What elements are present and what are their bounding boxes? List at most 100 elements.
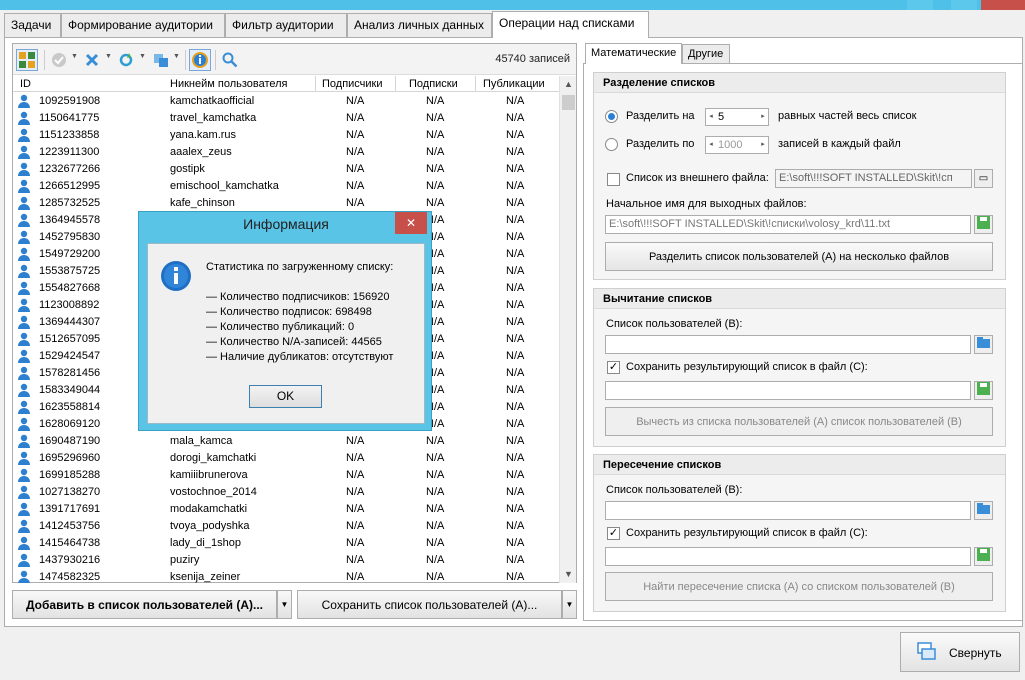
chevron-down-icon[interactable]: ▼: [105, 53, 112, 60]
column-header-following[interactable]: Подписки: [409, 78, 458, 90]
cell-nickname: gostipk: [170, 163, 205, 175]
copy-icon[interactable]: [150, 49, 172, 71]
decrement-icon[interactable]: ◂: [706, 137, 716, 153]
intersect-save-field[interactable]: [605, 547, 971, 566]
parts-count-stepper[interactable]: ◂ 5 ▸: [705, 108, 769, 126]
cell-id: 1690487190: [39, 435, 101, 447]
save-file-icon[interactable]: [974, 381, 993, 400]
table-row[interactable]: 1150641775 travel_kamchatka N/A N/A N/A: [13, 110, 559, 127]
start-name-field[interactable]: E:\soft\!!!SOFT INSTALLED\Skit\!списки\v…: [605, 215, 971, 234]
table-row[interactable]: 1690487190 mala_kamca N/A N/A N/A: [13, 433, 559, 450]
subtract-list-field[interactable]: [605, 335, 971, 354]
chevron-down-icon[interactable]: ▼: [71, 53, 78, 60]
user-icon: [17, 230, 31, 244]
table-row[interactable]: 1151233858 yana.kam.rus N/A N/A N/A: [13, 127, 559, 144]
cell-posts: N/A: [506, 486, 525, 498]
info-icon[interactable]: [189, 49, 211, 71]
column-header-followers[interactable]: Подписчики: [322, 78, 383, 90]
save-list-button[interactable]: Сохранить список пользователей (А)...: [297, 590, 562, 619]
column-header-posts[interactable]: Публикации: [483, 78, 545, 90]
table-row[interactable]: 1285732525 kafe_chinson N/A N/A N/A: [13, 195, 559, 212]
chevron-down-icon[interactable]: ▼: [139, 53, 146, 60]
collapse-button[interactable]: Свернуть: [900, 632, 1020, 672]
table-row[interactable]: 1415464738 lady_di_1shop N/A N/A N/A: [13, 535, 559, 552]
table-row[interactable]: 1412453756 tvoya_podyshka N/A N/A N/A: [13, 518, 559, 535]
cell-id: 1412453756: [39, 520, 101, 532]
intersect-save-checkbox[interactable]: ✓: [607, 527, 620, 540]
window-close-button[interactable]: [981, 0, 1025, 10]
ok-button[interactable]: OK: [249, 385, 322, 408]
scroll-up-icon[interactable]: ▲: [560, 76, 577, 93]
scrollbar-thumb[interactable]: [562, 95, 575, 110]
add-to-list-button[interactable]: Добавить в список пользователей (А)...: [12, 590, 277, 619]
cell-nickname: yana.kam.rus: [170, 129, 237, 141]
cell-id: 1150641775: [39, 112, 100, 124]
save-file-icon[interactable]: [974, 547, 993, 566]
add-dropdown-arrow[interactable]: ▼: [277, 590, 292, 619]
subtract-save-field[interactable]: [605, 381, 971, 400]
table-row[interactable]: 1223911300 aaalex_zeus N/A N/A N/A: [13, 144, 559, 161]
tab-math[interactable]: Математические: [585, 43, 682, 64]
tab-other[interactable]: Другие: [682, 44, 730, 63]
split-equal-radio[interactable]: [605, 110, 618, 123]
table-row[interactable]: 1391717691 modakamchatki N/A N/A N/A: [13, 501, 559, 518]
list-toolbar: ▼ ▼ ▼ ▼ 45740 записей: [13, 44, 576, 75]
intersect-button[interactable]: Найти пересечение списка (А) со списком …: [605, 572, 993, 601]
external-file-field[interactable]: E:\soft\!!!SOFT INSTALLED\Skit\!сп: [775, 169, 972, 188]
decrement-icon[interactable]: ◂: [706, 109, 716, 125]
scroll-down-icon[interactable]: ▼: [560, 566, 577, 583]
check-icon[interactable]: [48, 49, 70, 71]
save-file-icon[interactable]: [974, 215, 993, 234]
table-row[interactable]: 1092591908 kamchatkaofficial N/A N/A N/A: [13, 93, 559, 110]
grid-view-icon[interactable]: [16, 49, 38, 71]
user-icon: [17, 247, 31, 261]
user-icon: [17, 451, 31, 465]
records-per-file-stepper[interactable]: ◂ 1000 ▸: [705, 136, 769, 154]
subtract-button[interactable]: Вычесть из списка пользователей (А) спис…: [605, 407, 993, 436]
search-icon[interactable]: [219, 49, 241, 71]
column-header-id[interactable]: ID: [20, 78, 31, 90]
subtract-save-checkbox[interactable]: ✓: [607, 361, 620, 374]
table-scrollbar[interactable]: ▲ ▼: [559, 76, 576, 583]
folder-icon[interactable]: ▭: [974, 169, 993, 188]
cell-following: N/A: [426, 129, 445, 141]
dialog-close-button[interactable]: ✕: [395, 212, 427, 234]
table-row[interactable]: 1437930216 puziry N/A N/A N/A: [13, 552, 559, 569]
split-by-count-radio[interactable]: [605, 138, 618, 151]
save-dropdown-arrow[interactable]: ▼: [562, 590, 577, 619]
table-row[interactable]: 1474582325 ksenija_zeiner N/A N/A N/A: [13, 569, 559, 583]
table-row[interactable]: 1266512995 emischool_kamchatka N/A N/A N/A: [13, 178, 559, 195]
stat-followers: — Количество подписчиков: 156920: [206, 291, 390, 303]
cell-nickname: mala_kamca: [170, 435, 233, 447]
tab-list-operations[interactable]: Операции над списками: [492, 11, 649, 38]
minimize-button[interactable]: [907, 0, 933, 10]
tab-audience-formation[interactable]: Формирование аудитории: [61, 13, 225, 37]
split-button[interactable]: Разделить список пользователей (А) на не…: [605, 242, 993, 271]
table-row[interactable]: 1699185288 kamiiibrunerova N/A N/A N/A: [13, 467, 559, 484]
delete-icon[interactable]: [81, 49, 103, 71]
refresh-icon[interactable]: [115, 49, 137, 71]
cell-nickname: kamchatkaofficial: [170, 95, 255, 107]
table-row[interactable]: 1027138270 vostochnoe_2014 N/A N/A N/A: [13, 484, 559, 501]
cell-following: N/A: [426, 163, 445, 175]
column-header-nickname[interactable]: Никнейм пользователя: [170, 78, 288, 90]
tab-tasks[interactable]: Задачи: [4, 13, 61, 37]
tab-personal-data[interactable]: Анализ личных данных: [347, 13, 492, 37]
open-file-icon[interactable]: [974, 501, 993, 520]
increment-icon[interactable]: ▸: [758, 137, 768, 153]
cell-posts: N/A: [506, 180, 525, 192]
chevron-down-icon[interactable]: ▼: [173, 53, 180, 60]
user-icon: [17, 434, 31, 448]
table-header: ID Никнейм пользователя Подписчики Подпи…: [13, 76, 559, 92]
external-file-checkbox[interactable]: [607, 173, 620, 186]
intersect-list-field[interactable]: [605, 501, 971, 520]
open-file-icon[interactable]: [974, 335, 993, 354]
cell-id: 1151233858: [39, 129, 100, 141]
user-icon: [17, 400, 31, 414]
increment-icon[interactable]: ▸: [758, 109, 768, 125]
tab-audience-filter[interactable]: Фильтр аудитории: [225, 13, 347, 37]
table-row[interactable]: 1232677266 gostipk N/A N/A N/A: [13, 161, 559, 178]
cell-posts: N/A: [506, 112, 525, 124]
table-row[interactable]: 1695296960 dorogi_kamchatki N/A N/A N/A: [13, 450, 559, 467]
maximize-button[interactable]: [951, 0, 977, 10]
